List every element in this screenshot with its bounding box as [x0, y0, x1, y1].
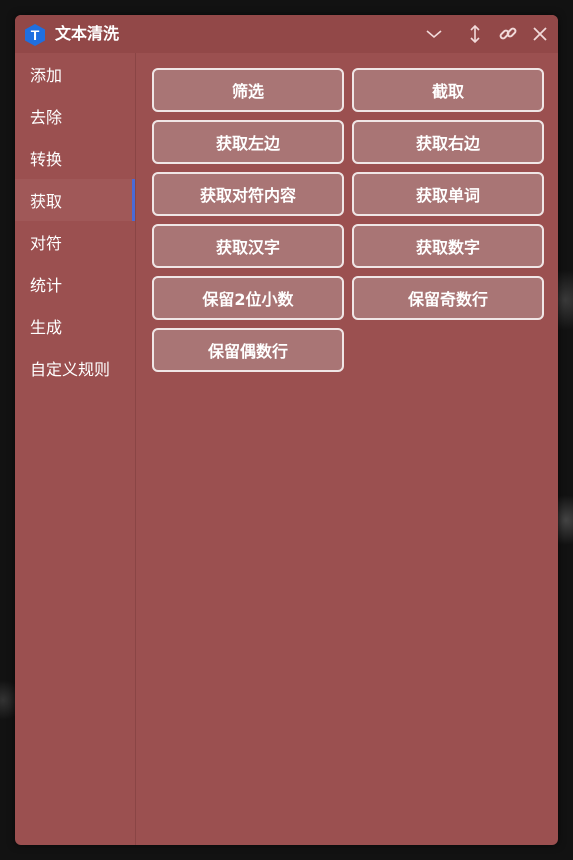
sidebar-item-pair-symbols[interactable]: 对符: [15, 221, 135, 263]
pin-link-button[interactable]: [496, 22, 520, 46]
sidebar-item-add[interactable]: 添加: [15, 53, 135, 95]
sidebar-item-label: 自定义规则: [30, 360, 111, 379]
sidebar-item-statistics[interactable]: 统计: [15, 263, 135, 305]
action-button-grid: 筛选 截取 获取左边 获取右边 获取对符内容 获取单词 获取汉字 获取数字 保留…: [152, 68, 544, 372]
chevron-down-icon: [426, 30, 442, 39]
sidebar-item-label: 生成: [30, 318, 63, 337]
get-right-button[interactable]: 获取右边: [352, 120, 544, 164]
title-bar[interactable]: T 文本清洗: [15, 15, 558, 53]
app-window: T 文本清洗 添加 去除 转换 获取 对符 统计 生成 自定义规则 筛选 截取 …: [15, 15, 558, 845]
get-left-button[interactable]: 获取左边: [152, 120, 344, 164]
sidebar-item-label: 去除: [30, 108, 63, 127]
sidebar-item-label: 添加: [30, 66, 63, 85]
sidebar-item-custom-rules[interactable]: 自定义规则: [15, 347, 135, 389]
keep-odd-lines-button[interactable]: 保留奇数行: [352, 276, 544, 320]
get-paired-content-button[interactable]: 获取对符内容: [152, 172, 344, 216]
resize-vertical-icon: [470, 24, 480, 44]
filter-button[interactable]: 筛选: [152, 68, 344, 112]
sidebar-item-convert[interactable]: 转换: [15, 137, 135, 179]
app-logo-icon: T: [23, 23, 47, 47]
get-numbers-button[interactable]: 获取数字: [352, 224, 544, 268]
sidebar-item-remove[interactable]: 去除: [15, 95, 135, 137]
get-chinese-chars-button[interactable]: 获取汉字: [152, 224, 344, 268]
collapse-button[interactable]: [422, 22, 446, 46]
close-button[interactable]: [528, 22, 552, 46]
sidebar-item-label: 转换: [30, 150, 63, 169]
sidebar-item-extract[interactable]: 获取: [15, 179, 135, 221]
keep-even-lines-button[interactable]: 保留偶数行: [152, 328, 344, 372]
sidebar-item-label: 统计: [30, 276, 63, 295]
category-sidebar: 添加 去除 转换 获取 对符 统计 生成 自定义规则: [15, 53, 136, 845]
resize-button[interactable]: [463, 22, 487, 46]
keep-two-decimals-button[interactable]: 保留2位小数: [152, 276, 344, 320]
link-icon: [499, 27, 517, 40]
sidebar-item-label: 对符: [30, 234, 63, 253]
window-title: 文本清洗: [55, 24, 120, 43]
get-words-button[interactable]: 获取单词: [352, 172, 544, 216]
close-icon: [533, 27, 547, 41]
slice-button[interactable]: 截取: [352, 68, 544, 112]
sidebar-item-generate[interactable]: 生成: [15, 305, 135, 347]
app-logo-letter: T: [31, 27, 40, 43]
sidebar-item-label: 获取: [30, 192, 63, 211]
